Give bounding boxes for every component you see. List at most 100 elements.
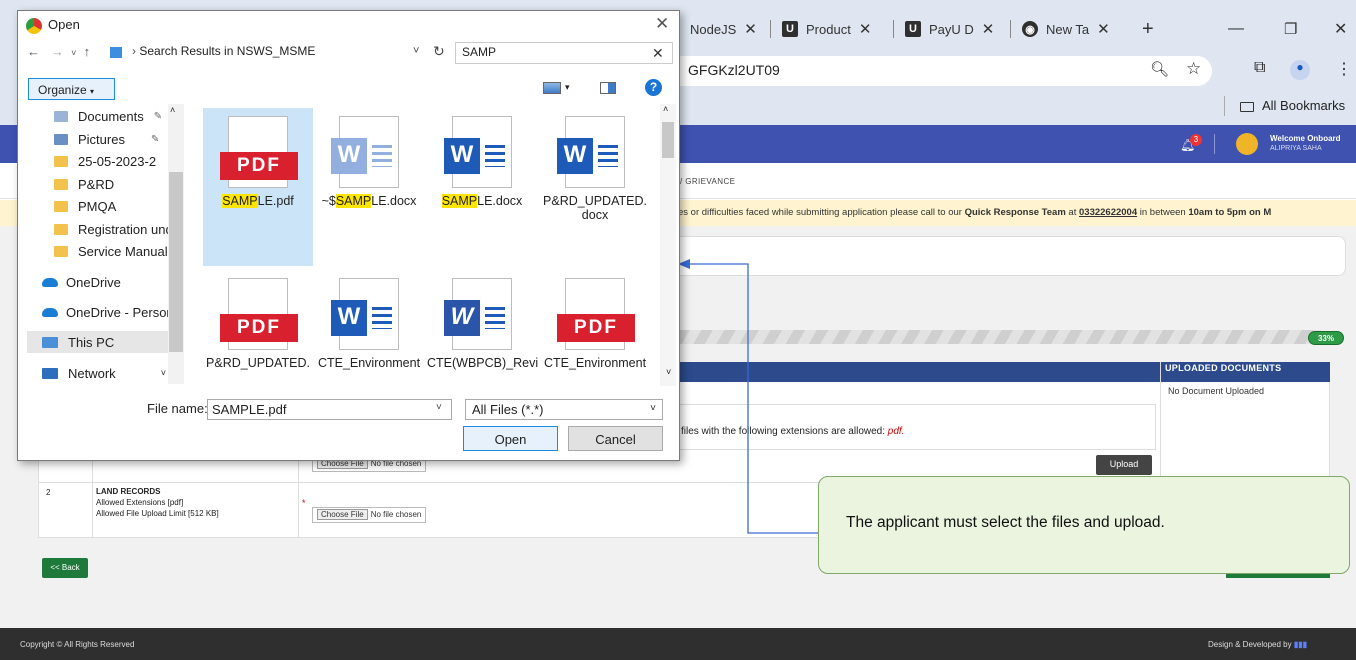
chrome-icon (26, 18, 42, 34)
tab-new[interactable]: ◉ New Ta ✕ (1022, 12, 1110, 46)
word-file-icon: W (444, 116, 512, 188)
all-bookmarks[interactable]: All Bookmarks (1240, 98, 1345, 113)
open-button[interactable]: Open (463, 426, 558, 451)
cancel-button[interactable]: Cancel (568, 426, 663, 451)
instruction-callout: The applicant must select the files and … (818, 476, 1350, 574)
minimize-icon[interactable]: — (1228, 12, 1244, 46)
zoom-icon[interactable]: 🔍︎ (1150, 60, 1169, 78)
bookmarks-separator (1224, 96, 1225, 116)
dialog-title: Open (48, 17, 80, 32)
sidebar-item-pictures[interactable]: Pictures ✎ (54, 128, 159, 150)
avatar[interactable] (1236, 133, 1258, 155)
menu-icon[interactable]: ⋮ (1336, 59, 1352, 79)
chevron-down-icon[interactable]: ˅ (436, 402, 442, 413)
developer-text: Design & Developed by ▮▮▮ (1208, 640, 1308, 649)
notification-badge: 3 (1190, 134, 1202, 146)
close-icon[interactable]: ✕ (859, 20, 872, 38)
sidebar-item-onedrive[interactable]: OneDrive (42, 271, 121, 293)
payu-icon: U (905, 21, 921, 37)
filetype-select[interactable]: All Files (*.*) ˅ (465, 399, 663, 420)
scroll-up-icon[interactable]: ˄ (663, 104, 668, 114)
folder-icon (54, 155, 68, 167)
sidebar-item-service-manuals[interactable]: Service Manuals (54, 240, 174, 262)
restore-icon[interactable]: ❐ (1284, 12, 1297, 46)
star-icon[interactable]: ☆ (1186, 59, 1201, 79)
welcome-text[interactable]: Welcome Onboard (1270, 134, 1341, 143)
view-options-icon[interactable] (543, 82, 561, 94)
close-icon[interactable]: ✕ (744, 20, 757, 38)
file-item[interactable]: PDF CTE_Environment (540, 270, 650, 370)
sidebar-item-network[interactable]: Network ˅ (42, 362, 166, 384)
tab-product[interactable]: U Product ✕ (782, 12, 871, 46)
sidebar-item-pmqa[interactable]: PMQA (54, 195, 116, 217)
profile-icon[interactable]: ● (1290, 60, 1310, 80)
tab-separator (770, 20, 771, 38)
required-marker: * (302, 498, 306, 508)
scroll-down-icon[interactable]: ˅ (666, 367, 671, 377)
file-item[interactable]: W ~$SAMPLE.docx (314, 108, 424, 208)
file-item[interactable]: W P&RD_UPDATED. docx (540, 108, 650, 222)
chevron-down-icon[interactable]: ˅ (71, 48, 76, 58)
sidebar-item-prd[interactable]: P&RD (54, 173, 114, 195)
chevron-down-icon[interactable]: ˅ (161, 368, 166, 378)
search-results-icon (110, 47, 122, 58)
documents-icon (54, 110, 68, 122)
forward-arrow-icon[interactable]: → (51, 44, 64, 59)
file-item[interactable]: PDF P&RD_UPDATED. (203, 270, 313, 370)
file-item[interactable]: W CTE(WBPCB)_Revi (427, 270, 538, 370)
close-icon[interactable]: ✕ (655, 14, 669, 34)
file-item[interactable]: PDF SAMPLE.pdf (203, 108, 313, 266)
close-window-icon[interactable]: ✕ (1334, 12, 1347, 46)
organize-button[interactable]: Organize ▾ (28, 78, 115, 100)
folder-icon (54, 200, 68, 212)
tab-payu[interactable]: U PayU D ✕ (905, 12, 994, 46)
caret-down-icon[interactable]: ▾ (565, 82, 570, 93)
pdf-file-icon: PDF (220, 278, 298, 350)
path-bar[interactable]: › Search Results in NSWS_MSME (128, 42, 456, 62)
sidebar-item-this-pc[interactable]: This PC (27, 331, 174, 353)
search-input[interactable]: SAMP (455, 42, 673, 64)
pin-icon[interactable]: ✎ (151, 134, 159, 145)
upload-button[interactable]: Upload (1096, 455, 1152, 475)
pdf-file-icon: PDF (220, 116, 298, 188)
pin-icon[interactable]: ✎ (154, 111, 162, 122)
sidebar-scroll-thumb[interactable] (169, 172, 183, 352)
file-item[interactable]: W SAMPLE.docx (427, 108, 537, 208)
header-separator (1214, 134, 1215, 154)
file-grid-scroll-thumb[interactable] (662, 122, 674, 158)
help-icon[interactable]: ? (645, 79, 662, 96)
clear-search-icon[interactable]: ✕ (652, 45, 664, 62)
folder-icon (54, 245, 68, 257)
close-icon[interactable]: ✕ (1097, 20, 1110, 38)
no-document-text: No Document Uploaded (1168, 386, 1265, 396)
word-file-icon: W (331, 278, 399, 350)
address-bar[interactable]: GFGKzl2UT09 (676, 56, 1212, 86)
new-tab-button[interactable]: + (1142, 12, 1154, 46)
footer: Copyright © All Rights Reserved Design &… (0, 628, 1356, 660)
close-icon[interactable]: ✕ (982, 20, 995, 38)
back-button[interactable]: << Back (42, 558, 88, 578)
tab-nodejs[interactable]: NodeJS ✕ (690, 12, 757, 46)
pictures-icon (54, 133, 68, 145)
up-arrow-icon[interactable]: ↑ (84, 44, 91, 59)
sidebar-item-date-folder[interactable]: 25-05-2023-2 (54, 150, 156, 172)
word-file-icon: W (557, 116, 625, 188)
scroll-up-icon[interactable]: ˄ (170, 105, 175, 115)
pc-icon (42, 336, 58, 348)
refresh-icon[interactable]: ↻ (433, 43, 445, 60)
extensions-icon[interactable]: ⧉ (1254, 59, 1265, 77)
folder-icon (54, 223, 68, 235)
tab-separator (893, 20, 894, 38)
uploaded-documents-header: UPLOADED DOCUMENTS (1165, 363, 1282, 373)
chevron-down-icon[interactable]: ˅ (413, 45, 419, 57)
filename-label: File name: (147, 401, 208, 416)
filename-input[interactable]: SAMPLE.pdf (207, 399, 452, 420)
word-file-icon: W (331, 116, 399, 188)
back-arrow-icon[interactable]: ← (27, 44, 40, 59)
sidebar-item-onedrive-personal[interactable]: OneDrive - Person (42, 301, 174, 323)
sidebar-item-documents[interactable]: Documents ✎ (54, 105, 162, 127)
preview-pane-icon[interactable] (600, 82, 616, 94)
file-item[interactable]: W CTE_Environment (314, 270, 424, 370)
sidebar-item-registration[interactable]: Registration und (54, 218, 173, 240)
choose-file-input[interactable]: Choose File No file chosen (312, 507, 427, 523)
